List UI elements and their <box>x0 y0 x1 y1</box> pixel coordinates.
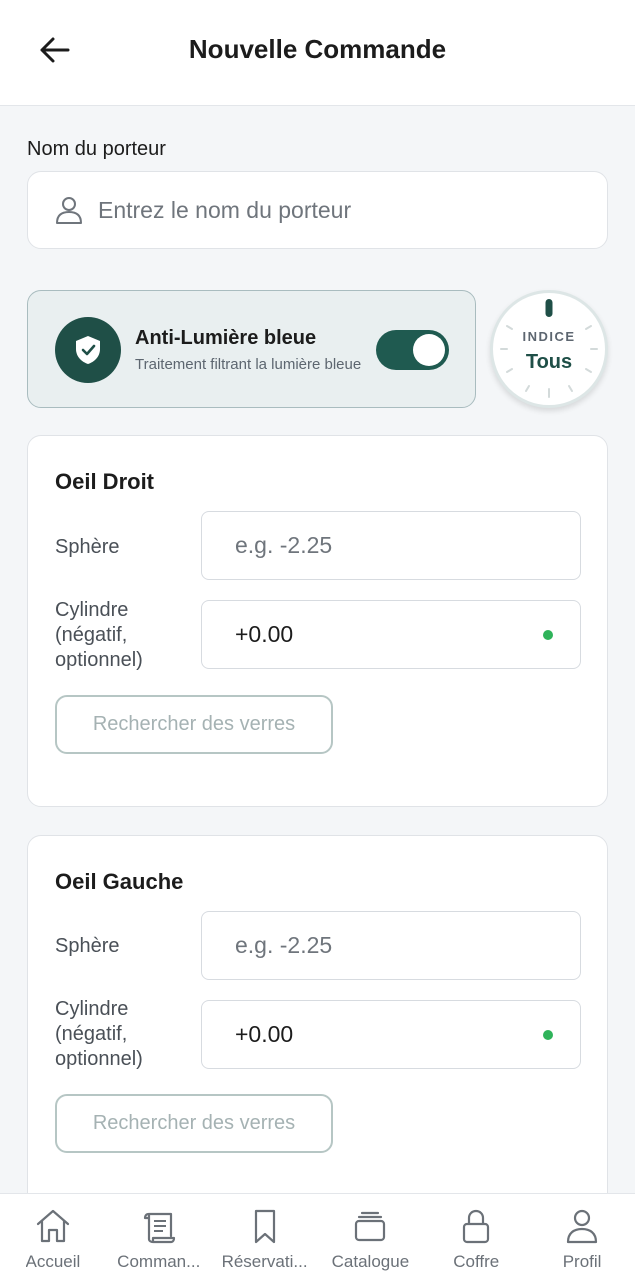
page-title: Nouvelle Commande <box>188 34 447 64</box>
nav-item-accueil[interactable]: Accueil <box>0 1194 106 1280</box>
valid-status-dot <box>543 1030 553 1040</box>
right-cylinder-label-line2: (négatif, <box>55 624 128 646</box>
nav-label-accueil: Accueil <box>25 1252 81 1271</box>
bottom-nav: Accueil Comman... Réservati... Catalogue… <box>0 1193 635 1280</box>
app-header: Nouvelle Commande <box>0 0 635 106</box>
valid-status-dot <box>543 630 553 640</box>
dial-ticks-icon <box>500 299 598 398</box>
left-cylinder-field[interactable] <box>201 1000 581 1069</box>
stack-icon <box>355 1211 386 1242</box>
wearer-name-label: Nom du porteur <box>27 138 166 160</box>
left-cylinder-input[interactable] <box>235 1021 535 1048</box>
nav-item-reservations[interactable]: Réservati... <box>212 1194 318 1280</box>
nav-label-reservations: Réservati... <box>221 1252 308 1271</box>
person-icon <box>56 197 82 224</box>
right-eye-title: Oeil Droit <box>55 469 155 494</box>
left-sphere-input[interactable] <box>235 932 535 959</box>
nav-item-catalogue[interactable]: Catalogue <box>317 1194 423 1280</box>
right-cylinder-field[interactable] <box>201 600 581 669</box>
indice-dial[interactable]: INDICE Tous <box>490 290 608 408</box>
nav-item-coffre[interactable]: Coffre <box>423 1194 529 1280</box>
indice-label: INDICE <box>522 329 576 344</box>
shield-icon-badge <box>55 317 121 383</box>
right-cylinder-input[interactable] <box>235 621 535 648</box>
lock-icon <box>463 1209 490 1244</box>
right-cylinder-label: Cylindre (négatif, optionnel) <box>55 598 143 673</box>
home-icon <box>36 1209 70 1243</box>
right-sphere-input[interactable] <box>235 532 535 559</box>
wearer-name-field[interactable] <box>27 171 608 249</box>
right-sphere-field[interactable] <box>201 511 581 580</box>
left-eye-title: Oeil Gauche <box>55 869 184 894</box>
nav-item-profil[interactable]: Profil <box>529 1194 635 1280</box>
wearer-name-input[interactable] <box>98 196 558 224</box>
right-search-lenses-button[interactable]: Rechercher des verres <box>55 695 333 754</box>
shield-check-icon <box>76 336 100 364</box>
right-sphere-label: Sphère <box>55 536 120 558</box>
right-cylinder-label-line3: optionnel) <box>55 649 143 671</box>
blue-light-subtitle: Traitement filtrant la lumière bleue <box>135 356 362 373</box>
left-sphere-field[interactable] <box>201 911 581 980</box>
blue-light-title: Anti-Lumière bleue <box>135 327 317 349</box>
left-sphere-label: Sphère <box>55 935 120 957</box>
bookmark-icon <box>254 1209 275 1244</box>
left-cylinder-label: Cylindre (négatif, optionnel) <box>55 997 143 1072</box>
toggle-knob <box>413 334 445 366</box>
indice-value: Tous <box>525 351 573 373</box>
receipt-icon <box>143 1212 175 1244</box>
left-eye-card: Oeil Gauche Sphère Cylindre (négatif, op… <box>27 835 608 1207</box>
left-search-lenses-button[interactable]: Rechercher des verres <box>55 1094 333 1153</box>
left-cylinder-label-line1: Cylindre <box>55 998 129 1020</box>
blue-light-toggle[interactable] <box>376 330 449 370</box>
left-cylinder-label-line3: optionnel) <box>55 1048 143 1070</box>
blue-light-option-card[interactable]: Anti-Lumière bleue Traitement filtrant l… <box>27 290 476 408</box>
user-icon <box>566 1209 598 1244</box>
nav-label-catalogue: Catalogue <box>331 1252 410 1271</box>
nav-label-commandes: Comman... <box>117 1252 201 1271</box>
right-cylinder-label-line1: Cylindre <box>55 599 129 621</box>
nav-label-coffre: Coffre <box>453 1252 500 1271</box>
nav-item-commandes[interactable]: Comman... <box>106 1194 212 1280</box>
left-cylinder-label-line2: (négatif, <box>55 1023 128 1045</box>
right-eye-card: Oeil Droit Sphère Cylindre (négatif, opt… <box>27 435 608 807</box>
nav-label-profil: Profil <box>562 1252 602 1271</box>
